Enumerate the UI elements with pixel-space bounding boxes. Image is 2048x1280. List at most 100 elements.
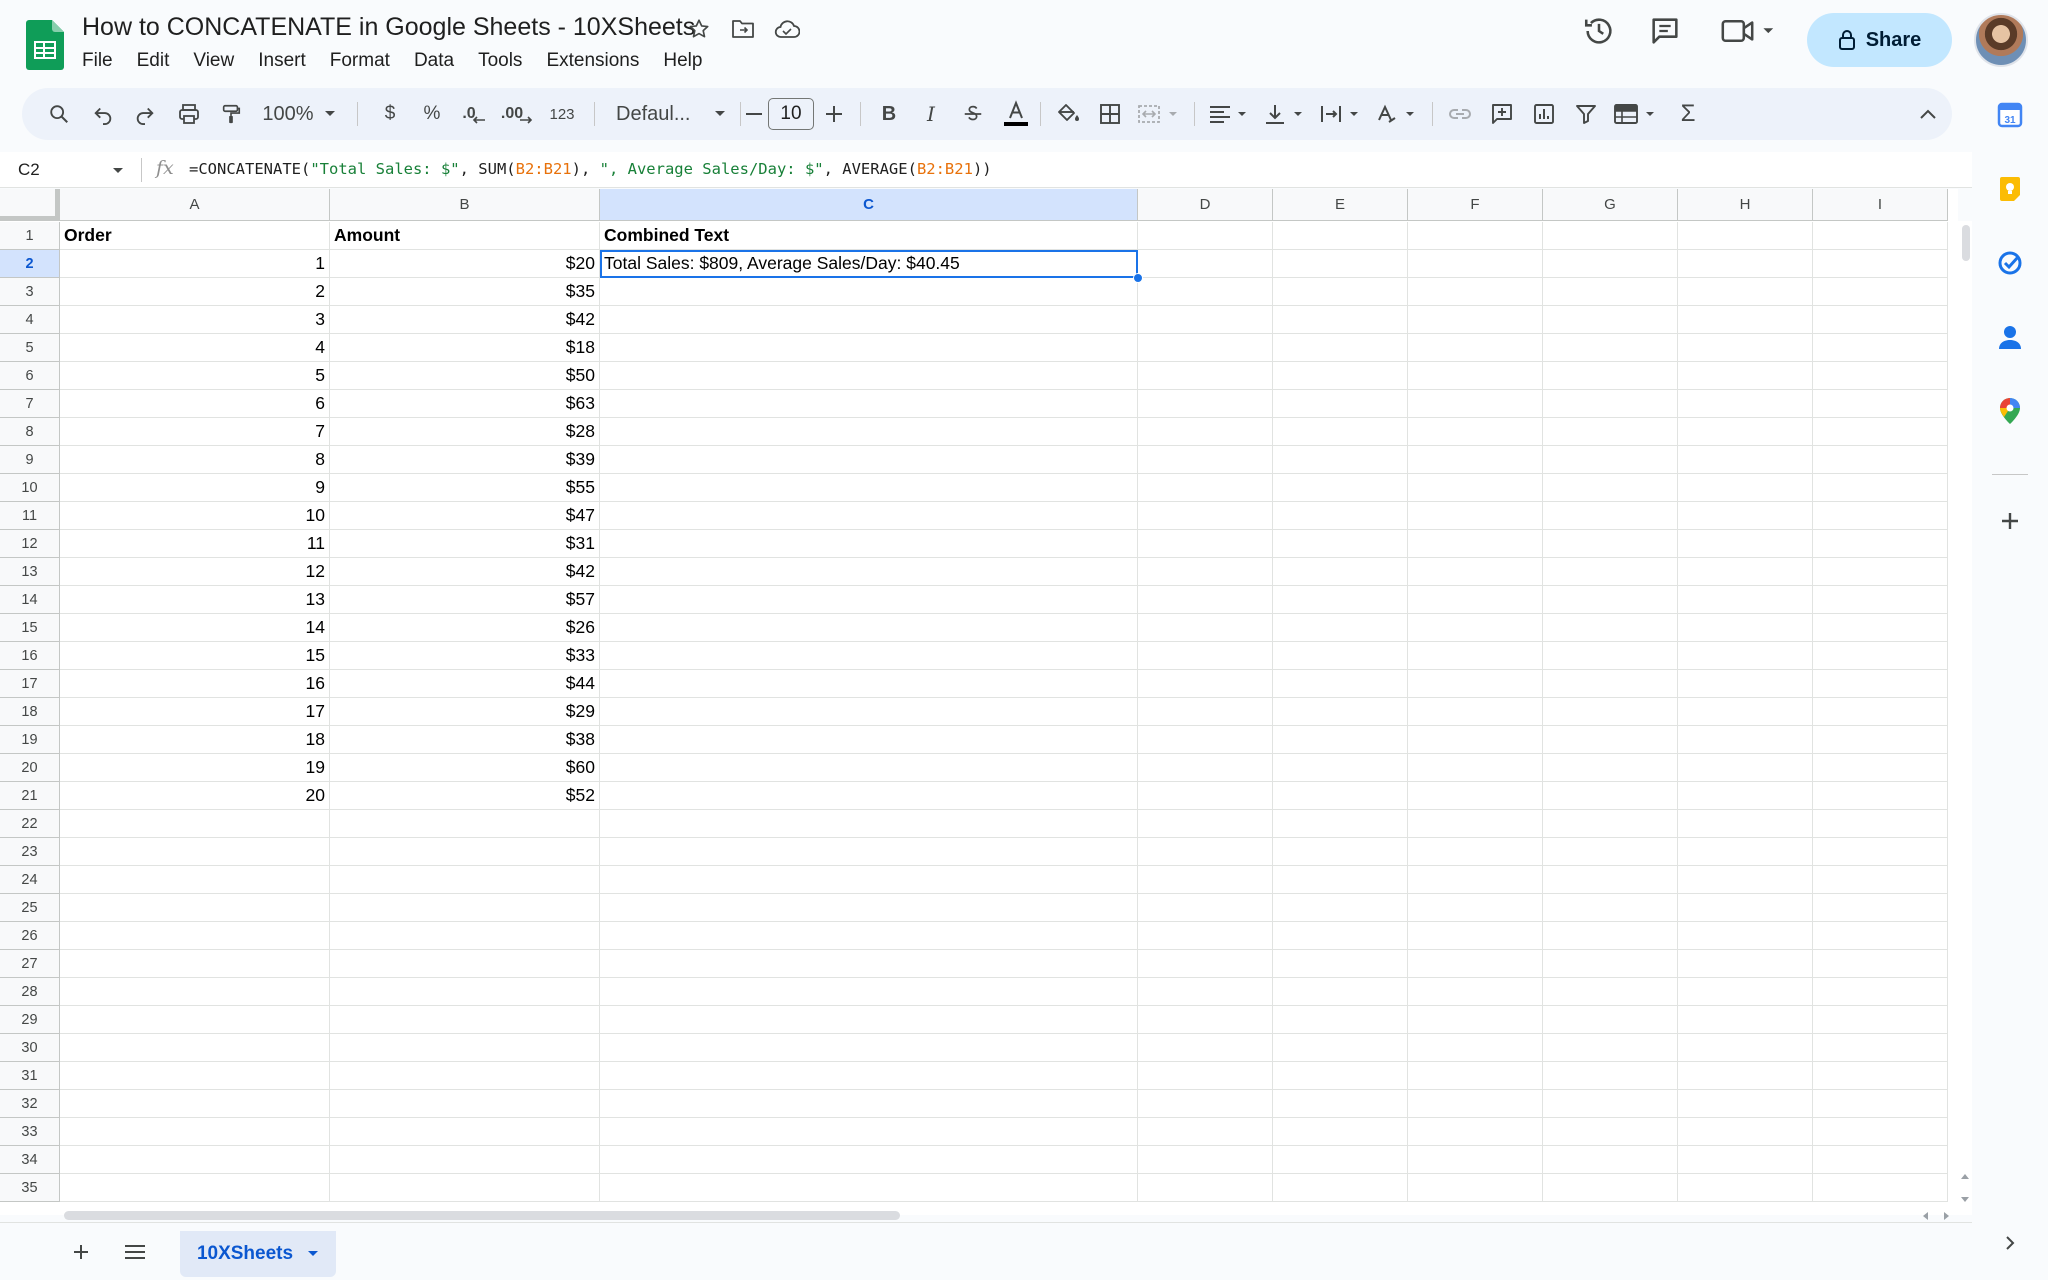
cell-h32[interactable]: [1678, 1090, 1813, 1118]
cell-d10[interactable]: [1138, 474, 1273, 502]
calendar-icon[interactable]: 31: [1995, 100, 2025, 130]
cell-i22[interactable]: [1813, 810, 1948, 838]
row-header-13[interactable]: 13: [0, 558, 60, 586]
cell-i19[interactable]: [1813, 726, 1948, 754]
cell-b23[interactable]: [330, 838, 600, 866]
cell-d26[interactable]: [1138, 922, 1273, 950]
maps-icon[interactable]: [1995, 396, 2025, 426]
cell-c34[interactable]: [600, 1146, 1138, 1174]
row-header-29[interactable]: 29: [0, 1006, 60, 1034]
cell-f6[interactable]: [1408, 362, 1543, 390]
cell-e20[interactable]: [1273, 754, 1408, 782]
cell-f4[interactable]: [1408, 306, 1543, 334]
cell-i32[interactable]: [1813, 1090, 1948, 1118]
cell-f26[interactable]: [1408, 922, 1543, 950]
cell-i21[interactable]: [1813, 782, 1948, 810]
cell-a17[interactable]: 16: [60, 670, 330, 698]
cell-i17[interactable]: [1813, 670, 1948, 698]
fill-handle[interactable]: [1133, 273, 1143, 283]
currency-format-button[interactable]: $: [372, 88, 408, 140]
more-formats-button[interactable]: 123: [542, 88, 582, 140]
cell-d21[interactable]: [1138, 782, 1273, 810]
row-header-10[interactable]: 10: [0, 474, 60, 502]
column-header-i[interactable]: I: [1813, 189, 1948, 221]
cell-g3[interactable]: [1543, 278, 1678, 306]
cell-c35[interactable]: [600, 1174, 1138, 1202]
row-header-27[interactable]: 27: [0, 950, 60, 978]
cell-g18[interactable]: [1543, 698, 1678, 726]
all-sheets-icon[interactable]: [120, 1237, 150, 1267]
cell-i28[interactable]: [1813, 978, 1948, 1006]
cell-b6[interactable]: $50: [330, 362, 600, 390]
row-header-18[interactable]: 18: [0, 698, 60, 726]
cell-g17[interactable]: [1543, 670, 1678, 698]
row-header-5[interactable]: 5: [0, 334, 60, 362]
cell-h17[interactable]: [1678, 670, 1813, 698]
cell-h15[interactable]: [1678, 614, 1813, 642]
cell-i3[interactable]: [1813, 278, 1948, 306]
fill-color-icon[interactable]: [1048, 88, 1088, 140]
contacts-icon[interactable]: [1995, 322, 2025, 352]
cell-e2[interactable]: [1273, 250, 1408, 278]
cell-g35[interactable]: [1543, 1174, 1678, 1202]
row-header-24[interactable]: 24: [0, 866, 60, 894]
row-header-32[interactable]: 32: [0, 1090, 60, 1118]
cell-g24[interactable]: [1543, 866, 1678, 894]
cell-d20[interactable]: [1138, 754, 1273, 782]
cell-i30[interactable]: [1813, 1034, 1948, 1062]
cell-g5[interactable]: [1543, 334, 1678, 362]
cell-a19[interactable]: 18: [60, 726, 330, 754]
cell-e29[interactable]: [1273, 1006, 1408, 1034]
cell-c18[interactable]: [600, 698, 1138, 726]
borders-icon[interactable]: [1090, 88, 1130, 140]
cell-b30[interactable]: [330, 1034, 600, 1062]
scroll-right-icon[interactable]: [1944, 1212, 1950, 1220]
cell-d15[interactable]: [1138, 614, 1273, 642]
cell-i25[interactable]: [1813, 894, 1948, 922]
row-header-9[interactable]: 9: [0, 446, 60, 474]
insert-comment-icon[interactable]: [1482, 88, 1522, 140]
select-all-corner[interactable]: [0, 189, 60, 221]
cell-e16[interactable]: [1273, 642, 1408, 670]
cell-c17[interactable]: [600, 670, 1138, 698]
cell-d1[interactable]: [1138, 222, 1273, 250]
cell-f15[interactable]: [1408, 614, 1543, 642]
cell-d13[interactable]: [1138, 558, 1273, 586]
column-header-g[interactable]: G: [1543, 189, 1678, 221]
cell-h34[interactable]: [1678, 1146, 1813, 1174]
menu-insert[interactable]: Insert: [246, 48, 318, 74]
text-color-icon[interactable]: [996, 88, 1036, 140]
cell-a10[interactable]: 9: [60, 474, 330, 502]
cell-b15[interactable]: $26: [330, 614, 600, 642]
cell-d23[interactable]: [1138, 838, 1273, 866]
cell-f20[interactable]: [1408, 754, 1543, 782]
spreadsheet-grid[interactable]: A B C D E F G H I 1 Order Amount Combined Text 2 1 $20 T…: [0, 189, 1958, 1215]
cell-b32[interactable]: [330, 1090, 600, 1118]
cell-a7[interactable]: 6: [60, 390, 330, 418]
cell-b14[interactable]: $57: [330, 586, 600, 614]
cell-e23[interactable]: [1273, 838, 1408, 866]
row-header-7[interactable]: 7: [0, 390, 60, 418]
cell-h27[interactable]: [1678, 950, 1813, 978]
share-button[interactable]: Share: [1807, 13, 1952, 67]
cell-a16[interactable]: 15: [60, 642, 330, 670]
cell-e10[interactable]: [1273, 474, 1408, 502]
cell-h3[interactable]: [1678, 278, 1813, 306]
cell-g22[interactable]: [1543, 810, 1678, 838]
cell-f16[interactable]: [1408, 642, 1543, 670]
cell-e34[interactable]: [1273, 1146, 1408, 1174]
cell-a4[interactable]: 3: [60, 306, 330, 334]
cell-a1[interactable]: Order: [60, 222, 330, 250]
cell-a15[interactable]: 14: [60, 614, 330, 642]
print-icon[interactable]: [170, 88, 208, 140]
increase-decimal-button[interactable]: .00: [496, 88, 538, 140]
cell-e25[interactable]: [1273, 894, 1408, 922]
row-header-12[interactable]: 12: [0, 530, 60, 558]
cell-d28[interactable]: [1138, 978, 1273, 1006]
cell-c5[interactable]: [600, 334, 1138, 362]
sheets-logo-icon[interactable]: [26, 20, 64, 70]
cell-g6[interactable]: [1543, 362, 1678, 390]
cell-c20[interactable]: [600, 754, 1138, 782]
cell-d2[interactable]: [1138, 250, 1273, 278]
cell-b13[interactable]: $42: [330, 558, 600, 586]
